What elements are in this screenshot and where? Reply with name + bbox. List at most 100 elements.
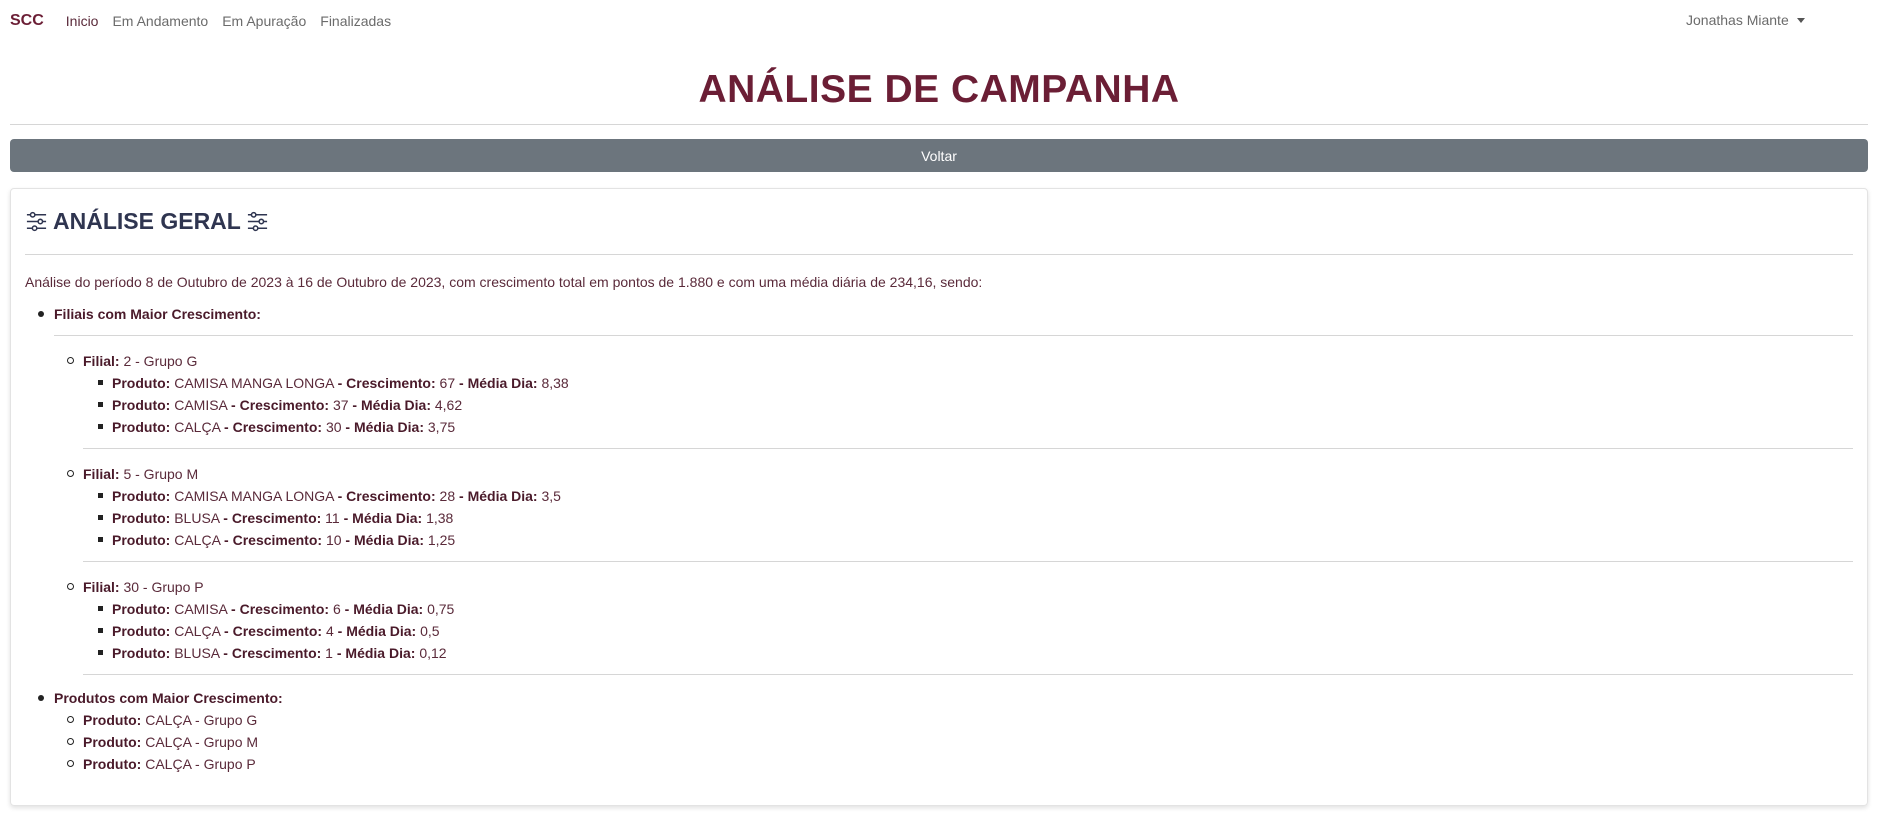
product-name: CALÇA — [174, 532, 221, 548]
growth-value: 30 — [325, 419, 342, 435]
field-label: Produto: — [112, 532, 171, 548]
growth-value: 11 — [325, 510, 340, 526]
growth-value: 28 — [439, 488, 456, 504]
back-button[interactable]: Voltar — [10, 139, 1868, 172]
field-label: Produto: — [112, 419, 171, 435]
growth-value: 4 — [325, 623, 334, 639]
product-name: CAMISA MANGA LONGA — [174, 488, 334, 504]
user-menu[interactable]: Jonathas Miante — [1686, 12, 1805, 28]
divider — [10, 124, 1868, 125]
field-label: Média Dia: — [353, 419, 424, 435]
filial-name: 5 - Grupo M — [123, 466, 199, 482]
list-item: Produto: CALÇA - Grupo P — [54, 753, 1853, 775]
sliders-icon — [25, 210, 48, 233]
user-name: Jonathas Miante — [1686, 12, 1789, 28]
avg-value: 3,75 — [427, 419, 456, 435]
field-label: Média Dia: — [353, 601, 424, 617]
nav-link-em-apuracao[interactable]: Em Apuração — [222, 13, 306, 29]
list-item: Produto: CALÇA - Crescimento: 4 - Média … — [83, 620, 1853, 642]
field-label: Filial: — [83, 353, 120, 369]
product-list: Produto: CAMISA MANGA LONGA - Cresciment… — [83, 372, 1853, 438]
list-item: Filial: 30 - Grupo P Produto: CAMISA - C… — [54, 576, 1853, 675]
avg-value: 1,25 — [427, 532, 456, 548]
filiais-list: Filial: 2 - Grupo G Produto: CAMISA MANG… — [54, 350, 1853, 675]
filial-name: 30 - Grupo P — [123, 579, 204, 595]
field-label: Média Dia: — [360, 397, 431, 413]
sliders-icon — [246, 210, 269, 233]
avg-value: 0,5 — [420, 623, 440, 639]
growth-value: 6 — [332, 601, 341, 617]
field-label: Média Dia: — [467, 488, 538, 504]
field-label: Média Dia: — [352, 510, 423, 526]
section-label: Produtos com Maior Crescimento: — [54, 690, 283, 706]
card-header: ANÁLISE GERAL — [25, 189, 1853, 246]
field-label: Crescimento: — [239, 601, 330, 617]
growth-value: 10 — [325, 532, 342, 548]
list-item: Produto: CAMISA - Crescimento: 37 - Médi… — [83, 394, 1853, 416]
field-label: Produto: — [112, 645, 171, 661]
field-label: Crescimento: — [239, 397, 330, 413]
avg-value: 0,75 — [427, 601, 455, 617]
field-label: Crescimento: — [232, 419, 323, 435]
field-label: Produto: — [112, 510, 171, 526]
list-item: Produto: BLUSA - Crescimento: 11 - Média… — [83, 507, 1853, 529]
avg-value: 0,12 — [419, 645, 447, 661]
field-label: Filial: — [83, 579, 120, 595]
top-products-list: Produto: CALÇA - Grupo G Produto: CALÇA … — [54, 709, 1853, 775]
list-item: Produtos com Maior Crescimento: Produto:… — [25, 687, 1853, 775]
list-item: Produto: CAMISA - Crescimento: 6 - Média… — [83, 598, 1853, 620]
avg-value: 1,38 — [426, 510, 454, 526]
product-name: CALÇA - Grupo G — [145, 712, 258, 728]
nav-link-em-andamento[interactable]: Em Andamento — [112, 13, 208, 29]
avg-value: 4,62 — [434, 397, 463, 413]
product-name: CALÇA - Grupo P — [145, 756, 256, 772]
field-label: Crescimento: — [346, 488, 436, 504]
nav-link-inicio[interactable]: Inicio — [66, 13, 99, 29]
field-label: Produto: — [112, 397, 171, 413]
product-name: BLUSA — [174, 510, 220, 526]
analysis-card: ANÁLISE GERAL Análise do período 8 de Ou… — [10, 188, 1868, 806]
list-item: Filiais com Maior Crescimento: Filial: 2… — [25, 303, 1853, 675]
field-label: Produto: — [83, 712, 142, 728]
list-item: Produto: CALÇA - Grupo G — [54, 709, 1853, 731]
field-label: Média Dia: — [346, 623, 417, 639]
analysis-list: Filiais com Maior Crescimento: Filial: 2… — [25, 303, 1853, 775]
product-list: Produto: CAMISA - Crescimento: 6 - Média… — [83, 598, 1853, 664]
navbar: SCC Inicio Em Andamento Em Apuração Fina… — [0, 0, 1878, 42]
growth-value: 37 — [332, 397, 349, 413]
field-label: Produto: — [83, 734, 142, 750]
avg-value: 8,38 — [541, 375, 569, 391]
chevron-down-icon — [1796, 17, 1805, 23]
list-item: Produto: CALÇA - Crescimento: 30 - Média… — [83, 416, 1853, 438]
field-label: Crescimento: — [346, 375, 436, 391]
avg-value: 3,5 — [541, 488, 561, 504]
list-item: Produto: CALÇA - Grupo M — [54, 731, 1853, 753]
list-item: Filial: 5 - Grupo M Produto: CAMISA MANG… — [54, 463, 1853, 562]
growth-value: 67 — [439, 375, 456, 391]
field-label: Média Dia: — [345, 645, 416, 661]
divider — [83, 448, 1853, 449]
product-name: CAMISA — [174, 601, 228, 617]
product-name: CAMISA — [174, 397, 228, 413]
divider — [83, 561, 1853, 562]
divider — [25, 254, 1853, 255]
summary-text: Análise do período 8 de Outubro de 2023 … — [25, 274, 983, 290]
page-title: ANÁLISE DE CAMPANHA — [698, 68, 1180, 111]
field-label: Filial: — [83, 466, 120, 482]
field-label: Crescimento: — [231, 645, 322, 661]
product-list: Produto: CAMISA MANGA LONGA - Cresciment… — [83, 485, 1853, 551]
field-label: Produto: — [112, 375, 171, 391]
nav-link-finalizadas[interactable]: Finalizadas — [320, 13, 391, 29]
section-label: Filiais com Maior Crescimento: — [54, 306, 261, 322]
product-name: CALÇA — [174, 623, 221, 639]
list-item: Produto: BLUSA - Crescimento: 1 - Média … — [83, 642, 1853, 664]
divider — [54, 335, 1853, 336]
field-label: Média Dia: — [353, 532, 424, 548]
field-label: Crescimento: — [232, 532, 323, 548]
field-label: Produto: — [112, 601, 171, 617]
list-item: Produto: CAMISA MANGA LONGA - Cresciment… — [83, 372, 1853, 394]
field-label: Crescimento: — [232, 623, 323, 639]
field-label: Produto: — [83, 756, 142, 772]
brand-logo[interactable]: SCC — [10, 12, 44, 30]
list-item: Produto: CAMISA MANGA LONGA - Cresciment… — [83, 485, 1853, 507]
